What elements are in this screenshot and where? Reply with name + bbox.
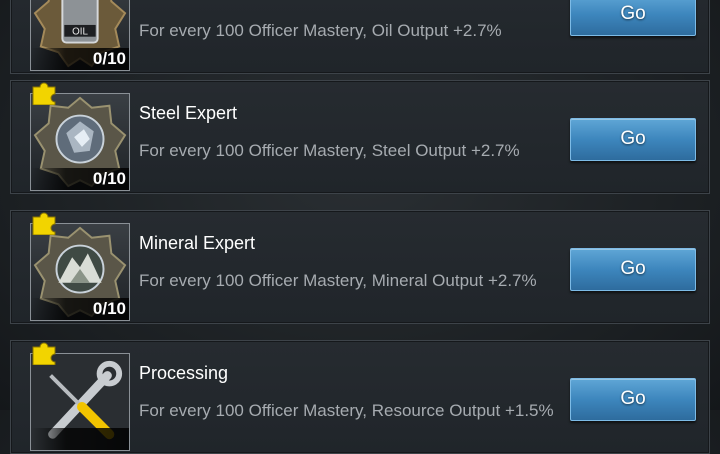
skill-title: Processing: [139, 363, 229, 383]
skill-card-mineral: 0/10 Mineral Expert For every 100 Office…: [10, 210, 710, 324]
skill-icon-frame: 0/10: [30, 93, 130, 191]
skill-card-oil: OIL 0/10 For every 100 Officer Mastery, …: [10, 0, 710, 74]
go-button[interactable]: Go: [570, 248, 696, 291]
go-button[interactable]: Go: [570, 378, 696, 421]
go-button[interactable]: Go: [570, 118, 696, 161]
skill-icon-frame: [30, 353, 130, 451]
svg-text:OIL: OIL: [72, 27, 88, 38]
skill-icon-frame: OIL 0/10: [30, 0, 130, 71]
skill-description: For every 100 Officer Mastery, Mineral O…: [139, 271, 537, 290]
progress-count: [31, 428, 129, 450]
skill-description: For every 100 Officer Mastery, Steel Out…: [139, 141, 520, 160]
skill-title: Mineral Expert: [139, 233, 256, 253]
skill-title: Steel Expert: [139, 103, 238, 123]
puzzle-piece-icon: [32, 82, 56, 105]
skill-description: For every 100 Officer Mastery, Resource …: [139, 401, 554, 420]
progress-count: 0/10: [31, 168, 129, 190]
skill-card-processing: Processing For every 100 Officer Mastery…: [10, 340, 710, 454]
skill-card-steel: 0/10 Steel Expert For every 100 Officer …: [10, 80, 710, 194]
go-button[interactable]: Go: [570, 0, 696, 36]
skill-icon-frame: 0/10: [30, 223, 130, 321]
skill-description: For every 100 Officer Mastery, Oil Outpu…: [139, 21, 502, 40]
progress-count: 0/10: [31, 298, 129, 320]
puzzle-piece-icon: [32, 212, 56, 235]
progress-count: 0/10: [31, 48, 129, 70]
puzzle-piece-icon: [32, 342, 56, 365]
